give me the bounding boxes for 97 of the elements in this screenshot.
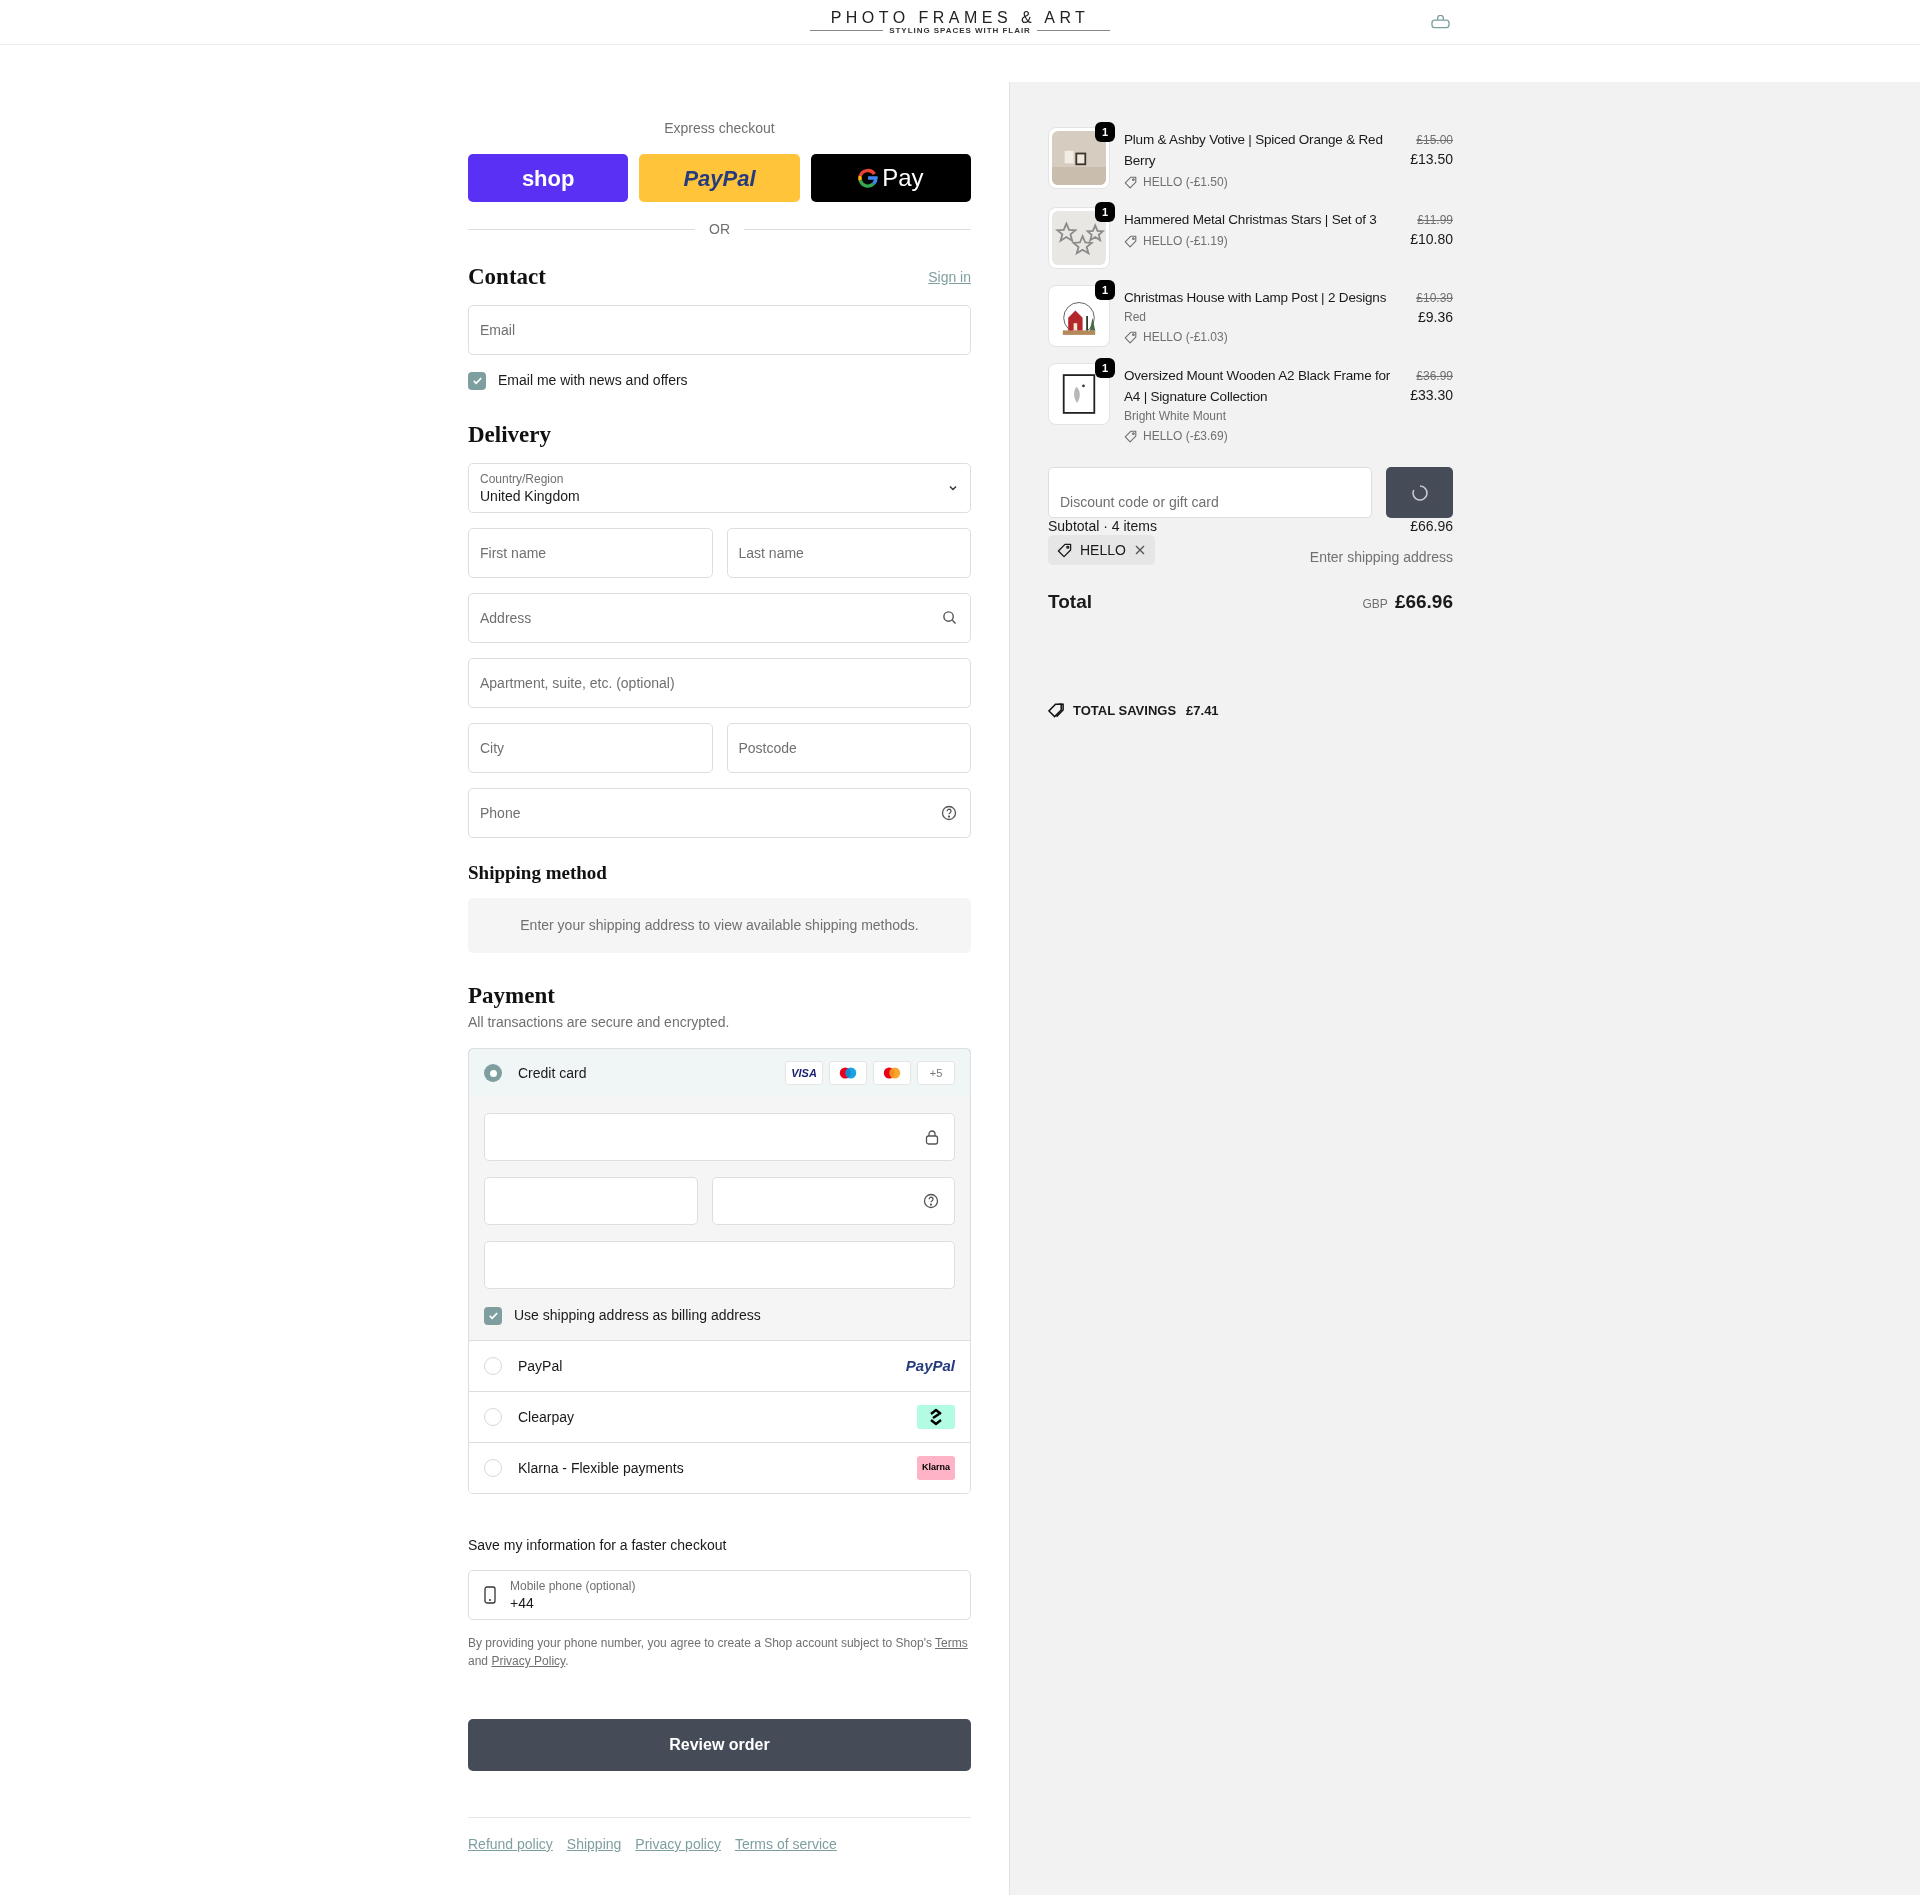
shopping-bag-icon[interactable] — [1431, 15, 1450, 29]
input-field[interactable]: Postcode — [726, 723, 971, 773]
check-icon — [487, 1310, 499, 1321]
review-order-button[interactable]: Review order — [468, 1719, 971, 1771]
total-savings-label: TOTAL SAVINGS — [1073, 701, 1177, 720]
discount-note: HELLO (-£3.69) — [1143, 428, 1228, 445]
input-field[interactable]: Apartment, suite, etc. (optional) — [468, 658, 971, 708]
tags-icon — [1048, 702, 1065, 719]
help-icon[interactable] — [923, 1193, 939, 1209]
input-field[interactable]: First name — [468, 528, 713, 578]
input-field[interactable]: Address — [468, 593, 971, 643]
item-price: £33.30 — [1410, 386, 1453, 405]
klarna-logo: Klarna — [917, 1456, 955, 1480]
google-g-icon — [858, 168, 879, 188]
total-savings-value: £7.41 — [1186, 701, 1219, 720]
lock-icon — [925, 1129, 939, 1145]
radio-button[interactable] — [484, 1357, 502, 1375]
currency-code: GBP — [1362, 596, 1388, 613]
original-price: £11.99 — [1417, 212, 1453, 229]
input-field[interactable]: Phone — [468, 788, 971, 838]
item-price: £9.36 — [1417, 308, 1453, 327]
express-checkout-label: Express checkout — [663, 119, 776, 138]
disclaimer-text: By providing your phone number, you agree to create a Shop account subject to Shop's Terms and Privacy Policy. — [468, 1635, 969, 1670]
tag-icon — [1124, 330, 1137, 344]
more-cards-badge: +5 — [917, 1061, 955, 1085]
applied-code: HELLO — [1080, 540, 1126, 560]
tag-icon — [1124, 234, 1137, 248]
item-price: £13.50 — [1410, 150, 1453, 169]
loading-spinner-icon — [1410, 483, 1429, 502]
mastercard-badge-icon — [873, 1061, 911, 1085]
logo-title[interactable]: PHOTO FRAMES & ART — [830, 9, 1090, 26]
radio-button[interactable] — [484, 1459, 502, 1477]
visa-badge: VISA — [785, 1061, 823, 1085]
input-field[interactable]: City — [468, 723, 713, 773]
shop-pay-button[interactable]: shop — [468, 154, 629, 202]
shipping-value: Enter shipping address — [1309, 548, 1453, 567]
country-select[interactable]: Country/Region United Kingdom — [468, 463, 971, 513]
discount-note: HELLO (-£1.50) — [1143, 174, 1228, 191]
section-heading: Shipping method — [468, 861, 608, 885]
security-code-field[interactable] — [711, 1177, 955, 1225]
original-price: £10.39 — [1416, 290, 1453, 307]
checkbox[interactable] — [484, 1306, 502, 1325]
paypal-button[interactable]: PayPal — [639, 154, 800, 202]
quantity-badge: 1 — [1095, 280, 1115, 300]
product-title: Christmas House with Lamp Post | 2 Designs — [1124, 289, 1388, 307]
close-icon[interactable] — [1133, 544, 1146, 556]
or-divider-label: OR — [709, 219, 730, 239]
check-icon — [471, 375, 483, 386]
search-icon — [942, 610, 957, 625]
google-pay-button[interactable]: Pay — [810, 154, 971, 202]
discount-code-field[interactable]: Discount code or gift card — [1048, 467, 1372, 518]
total-label: Total — [1048, 590, 1092, 614]
mobile-phone-icon — [484, 1586, 496, 1604]
payment-subtitle: All transactions are secure and encrypted. — [468, 1013, 731, 1031]
input-field[interactable]: Email — [468, 305, 971, 355]
quantity-badge: 1 — [1095, 122, 1115, 142]
original-price: £15.00 — [1416, 132, 1453, 149]
save-info-heading: Save my information for a faster checkout — [468, 1536, 728, 1555]
section-heading: Delivery — [468, 421, 552, 449]
help-icon[interactable] — [941, 805, 957, 821]
expiry-date-field[interactable] — [484, 1177, 698, 1225]
radio-button[interactable] — [484, 1408, 502, 1426]
logo-tagline: STYLING SPACES WITH FLAIR — [889, 26, 1031, 35]
maestro-badge-icon — [829, 1061, 867, 1085]
section-heading: Payment — [468, 982, 556, 1010]
original-price: £36.99 — [1416, 368, 1453, 385]
checkbox-label: Use shipping address as billing address — [514, 1306, 761, 1325]
tag-icon — [1124, 175, 1137, 189]
discount-note: HELLO (-£1.19) — [1143, 233, 1228, 250]
payment-method-option[interactable]: Credit card VISA +5 — [469, 1049, 970, 1098]
tag-icon — [1057, 542, 1072, 558]
checkbox[interactable] — [468, 371, 486, 390]
card-number-field[interactable] — [484, 1113, 955, 1161]
quantity-badge: 1 — [1095, 202, 1115, 222]
shipping-info-box: Enter your shipping address to view available shipping methods. — [468, 898, 971, 953]
product-variant: Bright White Mount — [1124, 408, 1228, 425]
item-price: £10.80 — [1410, 230, 1453, 249]
total-value: £66.96 — [1394, 590, 1453, 614]
section-heading: Contact — [468, 262, 546, 291]
discount-note: HELLO (-£1.03) — [1143, 329, 1228, 346]
tag-icon — [1124, 429, 1137, 443]
subtotal-label: Subtotal · 4 items — [1048, 517, 1157, 535]
quantity-badge: 1 — [1095, 358, 1115, 378]
product-title: Hammered Metal Christmas Stars | Set of 3 — [1124, 211, 1378, 229]
product-title: Plum & Ashby Votive | Spiced Orange & Red Berry — [1124, 131, 1384, 170]
radio-button[interactable] — [484, 1064, 502, 1082]
subtotal-value: £66.96 — [1410, 517, 1453, 535]
product-variant: Red — [1124, 309, 1147, 326]
apply-discount-button[interactable] — [1386, 467, 1453, 518]
product-title: Oversized Mount Wooden A2 Black Frame for A4 | Signature Collection — [1124, 367, 1392, 406]
terms-link[interactable]: Terms — [935, 1636, 968, 1650]
checkbox-label: Email me with news and offers — [498, 371, 688, 390]
clearpay-logo-icon — [917, 1405, 955, 1429]
name-on-card-field[interactable] — [484, 1241, 955, 1289]
input-field[interactable]: Last name — [726, 528, 971, 578]
paypal-logo: PayPal — [905, 1355, 955, 1376]
mobile-phone-field[interactable]: Mobile phone (optional) +44 — [468, 1570, 971, 1620]
